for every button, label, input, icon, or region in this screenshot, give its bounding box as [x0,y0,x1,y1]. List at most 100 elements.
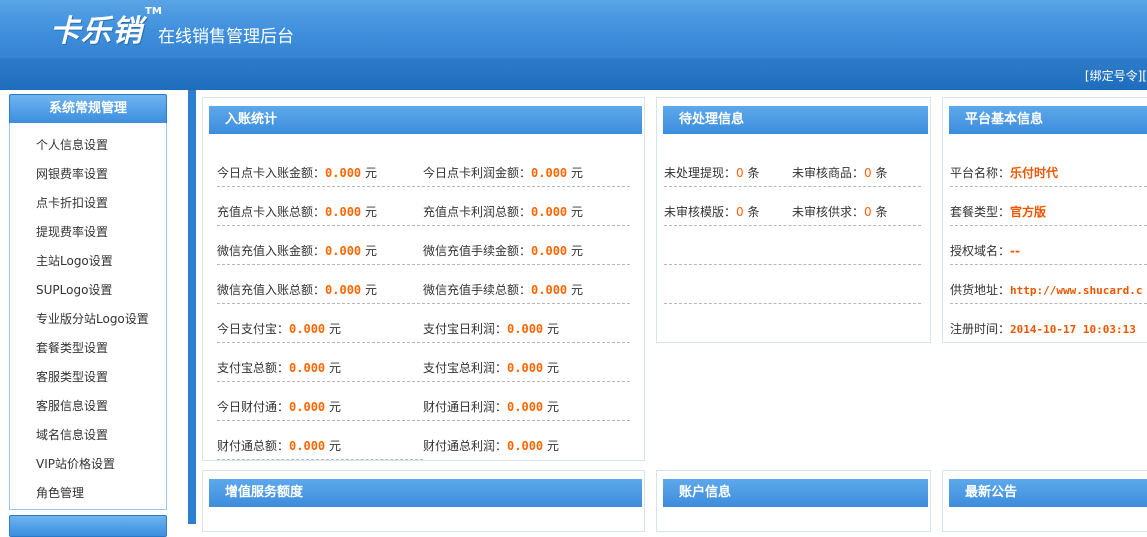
app-subtitle: 在线销售管理后台 [158,27,294,47]
table-row-empty [664,264,921,304]
table-row: 供货地址：http://www.shucard.c [950,264,1147,304]
pending-count[interactable]: 0 [864,205,872,219]
stat-label: 支付宝日利润： [423,322,508,336]
stat-unit: 元 [546,361,559,375]
table-row: 套餐类型：官方版 [950,186,1147,226]
pending-label: 未处理提现： [664,166,737,180]
stat-value: 0.000 [289,361,326,375]
panel-title-pending: 待处理信息 [663,106,928,134]
table-row-empty [664,225,921,265]
table-row: 今日财付通：0.000 元 财付通日利润：0.000 元 [217,381,630,421]
table-row: 授权域名：-- [950,225,1147,265]
panel-title-income: 入账统计 [209,106,642,134]
platform-name-value: 乐付时代 [1010,166,1059,180]
stat-value: 0.000 [507,400,544,414]
sidebar-divider [188,90,196,524]
sidebar-item-bank-rate[interactable]: 网银费率设置 [36,165,108,182]
stat-label: 今日点卡入账金额： [217,166,326,180]
stat-label: 微信充值入账总额： [217,283,326,297]
sidebar-item-withdraw-rate[interactable]: 提现费率设置 [36,223,108,240]
sidebar-item-card-discount[interactable]: 点卡折扣设置 [36,194,108,211]
sidebar-item-service-info[interactable]: 客服信息设置 [36,397,108,414]
stat-unit: 元 [328,439,341,453]
platform-label: 套餐类型： [950,205,1011,219]
register-time-value: 2014-10-17 10:03:13 [1010,323,1136,336]
supply-url-link[interactable]: http://www.shucard.c [1010,284,1142,297]
pending-label: 未审核商品： [792,166,865,180]
pending-count[interactable]: 0 [736,166,744,180]
table-row: 充值点卡入账总额：0.000 元 充值点卡利润总额：0.000 元 [217,186,630,226]
platform-label: 平台名称： [950,166,1011,180]
logo-trademark: TM [145,6,162,17]
panel-notice: 最新公告 [942,470,1147,532]
panel-title-notice: 最新公告 [949,479,1147,507]
stat-unit: 元 [364,166,377,180]
stat-unit: 元 [546,400,559,414]
stat-value: 0.000 [507,361,544,375]
panel-title-value-added: 增值服务额度 [209,479,642,507]
sidebar-item-sup-logo[interactable]: SUPLogo设置 [36,281,112,298]
stat-label: 财付通日利润： [423,400,508,414]
stat-label: 微信充值手续金额： [423,244,532,258]
panel-title-account: 账户信息 [663,479,928,507]
stat-unit: 元 [546,322,559,336]
pending-label: 未审核模版： [664,205,737,219]
stat-value: 0.000 [325,166,362,180]
stat-unit: 元 [546,439,559,453]
stat-label: 微信充值手续总额： [423,283,532,297]
pending-count[interactable]: 0 [864,166,872,180]
stat-label: 微信充值入账金额： [217,244,326,258]
stat-value: 0.000 [531,244,568,258]
table-row: 平台名称：乐付时代 [950,147,1147,187]
platform-label: 授权域名： [950,244,1011,258]
table-row: 微信充值入账总额：0.000 元 微信充值手续总额：0.000 元 [217,264,630,304]
pending-unit: 条 [747,166,760,180]
pending-count[interactable]: 0 [736,205,744,219]
sidebar-item-domain-info[interactable]: 域名信息设置 [36,426,108,443]
stat-label: 今日财付通： [217,400,290,414]
panel-title-platform: 平台基本信息 [949,106,1147,134]
table-row: 微信充值入账金额：0.000 元 微信充值手续金额：0.000 元 [217,225,630,265]
stat-value: 0.000 [531,283,568,297]
stat-unit: 元 [328,361,341,375]
stat-unit: 元 [364,205,377,219]
stat-unit: 元 [328,400,341,414]
stat-unit: 元 [364,244,377,258]
sidebar-item-pro-substation-logo[interactable]: 专业版分站Logo设置 [36,310,149,327]
stat-value: 0.000 [531,205,568,219]
sidebar-item-vip-price[interactable]: VIP站价格设置 [36,455,115,472]
stat-unit: 元 [328,322,341,336]
top-toolbar: [绑定号令][ [0,58,1147,90]
stat-unit: 元 [570,283,583,297]
stat-unit: 元 [364,283,377,297]
stat-unit: 元 [570,166,583,180]
stat-label: 财付通总利润： [423,439,508,453]
sidebar-item-profile[interactable]: 个人信息设置 [36,136,108,153]
sidebar-item-main-logo[interactable]: 主站Logo设置 [36,252,113,269]
pending-unit: 条 [875,205,888,219]
stat-value: 0.000 [507,322,544,336]
platform-label: 注册时间： [950,322,1011,336]
panel-value-added: 增值服务额度 [202,470,645,532]
bind-token-link[interactable]: 绑定号令 [1090,69,1138,83]
panel-account: 账户信息 [656,470,931,532]
package-type-value: 官方版 [1010,205,1047,219]
table-row: 未处理提现：0 条 未审核商品：0 条 [664,147,921,187]
stat-value: 0.000 [325,244,362,258]
stat-value: 0.000 [531,166,568,180]
sidebar-section-system[interactable]: 系统常规管理 [9,94,167,124]
sidebar-item-package-type[interactable]: 套餐类型设置 [36,339,108,356]
stat-label: 充值点卡利润总额： [423,205,532,219]
table-row: 注册时间：2014-10-17 10:03:13 [950,303,1147,342]
logo-text: 卡乐销 [50,14,143,49]
sidebar-section-next[interactable] [9,515,167,537]
sidebar-item-role-manage[interactable]: 角色管理 [36,484,84,501]
stat-value: 0.000 [507,439,544,453]
table-row: 支付宝总额：0.000 元 支付宝总利润：0.000 元 [217,342,630,382]
sidebar-item-service-type[interactable]: 客服类型设置 [36,368,108,385]
app-header: 卡乐销 TM 在线销售管理后台 [0,0,1147,58]
pending-unit: 条 [875,166,888,180]
table-row: 今日支付宝：0.000 元 支付宝日利润：0.000 元 [217,303,630,343]
pending-unit: 条 [747,205,760,219]
stat-value: 0.000 [325,283,362,297]
